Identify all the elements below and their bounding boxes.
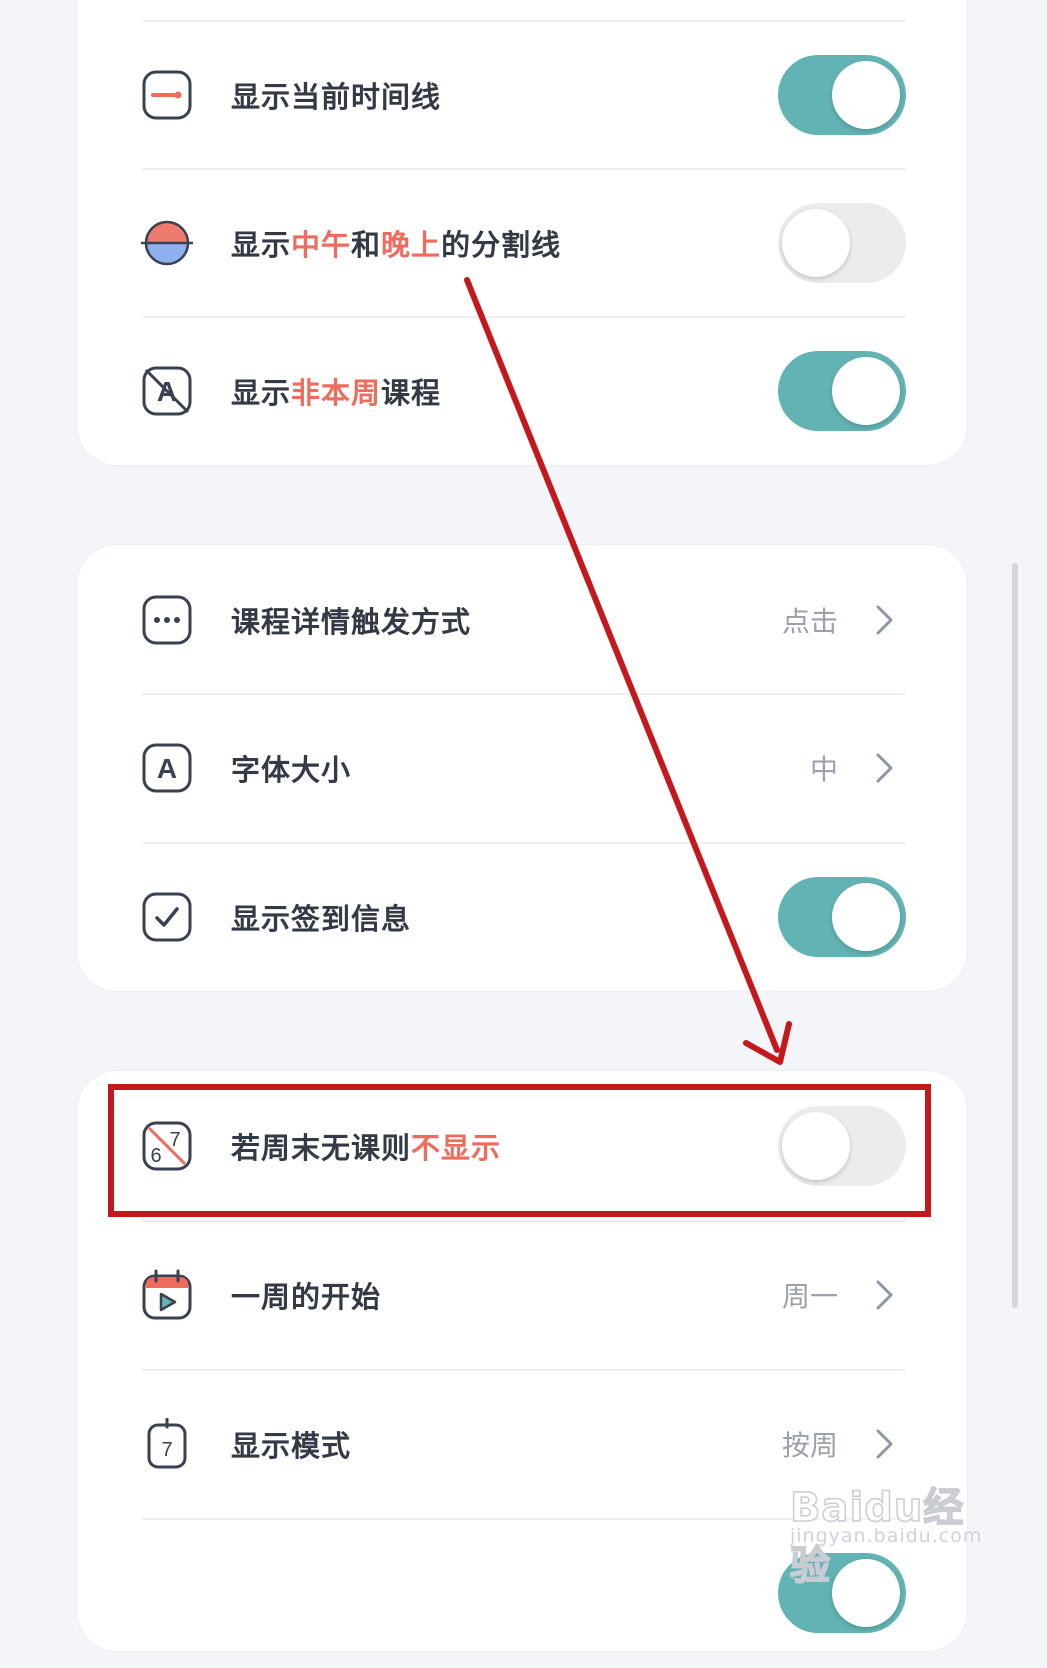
vertical-scrollbar[interactable] <box>1012 563 1018 1308</box>
chevron-right-icon <box>876 753 893 783</box>
label-show-divider: 显示中午和晚上的分割线 <box>231 222 561 264</box>
watermark-sub: jingyan.baidu.com <box>790 1525 983 1547</box>
toggle-knob <box>832 883 900 951</box>
label-part: 显示 <box>231 376 292 410</box>
toggle-knob <box>832 357 900 425</box>
half-circle-icon <box>141 220 193 266</box>
annotation-highlight-box <box>108 1084 931 1217</box>
label-highlight-evening: 晚上 <box>381 228 442 262</box>
value-font-size: 中 <box>809 753 838 786</box>
calendar-play-icon <box>142 1269 192 1320</box>
row-divider <box>141 1220 906 1222</box>
timeline-icon <box>142 70 192 120</box>
ellipsis-icon <box>142 595 192 645</box>
label-part: 显示 <box>231 228 292 262</box>
label-highlight-non-week: 非本周 <box>291 376 382 410</box>
value-week-start: 周一 <box>781 1280 838 1313</box>
label-part: 课程 <box>381 376 442 410</box>
label-highlight-noon: 中午 <box>291 228 352 262</box>
settings-card-details: 课程详情触发方式 点击 A 字体大小 中 显示签到信息 <box>77 545 967 991</box>
label-show-time-line: 显示当前时间线 <box>231 80 442 114</box>
row-divider <box>141 316 906 318</box>
label-detail-trigger: 课程详情触发方式 <box>231 605 472 639</box>
checkmark-icon <box>142 892 192 942</box>
watermark: Baidu经验 jingyan.baidu.com <box>789 1455 983 1590</box>
label-show-checkin: 显示签到信息 <box>231 902 412 936</box>
row-show-non-week[interactable]: A 显示非本周课程 <box>141 316 906 466</box>
letter-a-icon: A <box>142 743 192 793</box>
label-part: 的分割线 <box>441 228 562 262</box>
settings-card-display: 显示当前时间线 显示中午和晚上的分割线 A 显示非本周课程 <box>77 0 967 465</box>
row-detail-trigger[interactable]: 课程详情触发方式 点击 <box>141 545 906 695</box>
row-divider <box>141 1369 906 1371</box>
label-display-mode: 显示模式 <box>231 1429 352 1463</box>
chevron-right-icon <box>876 1280 893 1310</box>
label-part: 和 <box>351 228 382 262</box>
calendar-seven-icon: 7 <box>147 1418 187 1469</box>
row-show-checkin[interactable]: 显示签到信息 <box>141 842 906 992</box>
toggle-knob <box>782 209 850 277</box>
letter-a-slash-icon: A <box>142 366 192 416</box>
toggle-show-divider[interactable] <box>778 203 906 283</box>
toggle-show-time-line[interactable] <box>778 55 906 135</box>
label-font-size: 字体大小 <box>231 753 352 787</box>
row-show-time-line[interactable]: 显示当前时间线 <box>141 20 906 170</box>
toggle-knob <box>832 61 900 129</box>
label-week-start: 一周的开始 <box>231 1280 382 1314</box>
row-show-divider[interactable]: 显示中午和晚上的分割线 <box>141 168 906 318</box>
icon-glyph: A <box>157 753 177 784</box>
row-divider <box>141 693 906 695</box>
row-divider <box>141 20 906 22</box>
chevron-right-icon <box>876 605 893 635</box>
value-detail-trigger: 点击 <box>781 605 838 638</box>
toggle-show-non-week[interactable] <box>778 351 906 431</box>
row-divider <box>141 168 906 170</box>
row-week-start[interactable]: 一周的开始 周一 <box>141 1220 906 1370</box>
row-divider <box>141 842 906 844</box>
icon-glyph: 7 <box>161 1439 172 1461</box>
toggle-show-checkin[interactable] <box>778 877 906 957</box>
label-show-non-week: 显示非本周课程 <box>231 370 441 412</box>
row-font-size[interactable]: A 字体大小 中 <box>141 693 906 843</box>
